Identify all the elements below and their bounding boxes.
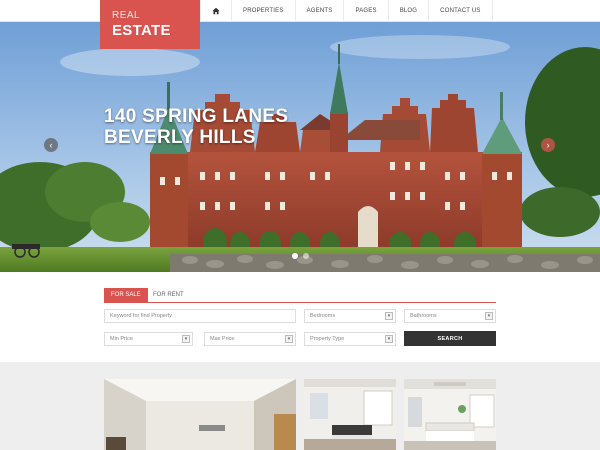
chevron-down-icon: ▾: [182, 335, 190, 343]
chevron-down-icon: ▾: [385, 312, 393, 320]
tab-for-sale[interactable]: FOR SALE: [104, 288, 148, 302]
home-icon: [212, 7, 220, 15]
nav-agents[interactable]: AGENTS: [296, 0, 345, 22]
chevron-down-icon: ▾: [485, 312, 493, 320]
slider-dots: [292, 253, 309, 259]
hero-title: 140 SPRING LANES BEVERLY HILLS: [104, 106, 288, 148]
chevron-down-icon: ▾: [285, 335, 293, 343]
hero-title-line-2: BEVERLY HILLS: [104, 127, 256, 148]
min-price-select[interactable]: Min Price ▾: [104, 332, 193, 346]
nav-blog[interactable]: BLOG: [389, 0, 430, 22]
logo-word-real: REAL: [112, 10, 141, 21]
site-logo[interactable]: REAL ESTATE: [100, 0, 200, 49]
featured-listings: [0, 362, 600, 450]
nav-properties[interactable]: PROPERTIES: [232, 0, 296, 22]
bathrooms-label: Bathrooms: [410, 313, 437, 319]
keyword-placeholder: Keyword for find Property: [110, 313, 173, 319]
listing-image-3: [404, 379, 496, 450]
min-price-label: Min Price: [110, 336, 133, 342]
slider-prev-button[interactable]: ‹: [44, 138, 58, 152]
logo-word-estate: ESTATE: [112, 22, 171, 39]
listing-card-3[interactable]: [404, 379, 496, 450]
tab-underline: [104, 302, 496, 303]
keyword-input[interactable]: Keyword for find Property: [104, 309, 296, 323]
search-button[interactable]: SEARCH: [404, 331, 496, 346]
main-nav: PROPERTIES AGENTS PAGES BLOG CONTACT US: [200, 0, 493, 22]
bedrooms-label: Bedrooms: [310, 313, 336, 319]
listing-image-1: [104, 379, 296, 450]
property-type-select[interactable]: Property Type ▾: [304, 332, 396, 346]
listing-card-2[interactable]: [304, 379, 396, 450]
hero-title-line-1: 140 SPRING LANES: [104, 106, 289, 127]
bathrooms-select[interactable]: Bathrooms ▾: [404, 309, 496, 323]
hero-slider: 140 SPRING LANES BEVERLY HILLS ‹ ›: [0, 22, 600, 272]
slider-next-button[interactable]: ›: [541, 138, 555, 152]
bedrooms-select[interactable]: Bedrooms ▾: [304, 309, 396, 323]
nav-home[interactable]: [200, 0, 232, 22]
top-navigation-bar: PROPERTIES AGENTS PAGES BLOG CONTACT US: [0, 0, 600, 22]
hero-image: [0, 22, 600, 272]
listing-card-1[interactable]: [104, 379, 296, 450]
nav-contact-us[interactable]: CONTACT US: [429, 0, 493, 22]
listing-image-2: [304, 379, 396, 450]
property-search-panel: FOR SALE FOR RENT Keyword for find Prope…: [0, 272, 600, 362]
nav-pages[interactable]: PAGES: [344, 0, 389, 22]
property-type-label: Property Type: [310, 336, 345, 342]
max-price-select[interactable]: Max Price ▾: [204, 332, 296, 346]
slider-dot-2[interactable]: [303, 253, 309, 259]
slider-dot-1[interactable]: [292, 253, 298, 259]
max-price-label: Max Price: [210, 336, 235, 342]
chevron-down-icon: ▾: [385, 335, 393, 343]
tab-for-rent[interactable]: FOR RENT: [146, 288, 191, 302]
